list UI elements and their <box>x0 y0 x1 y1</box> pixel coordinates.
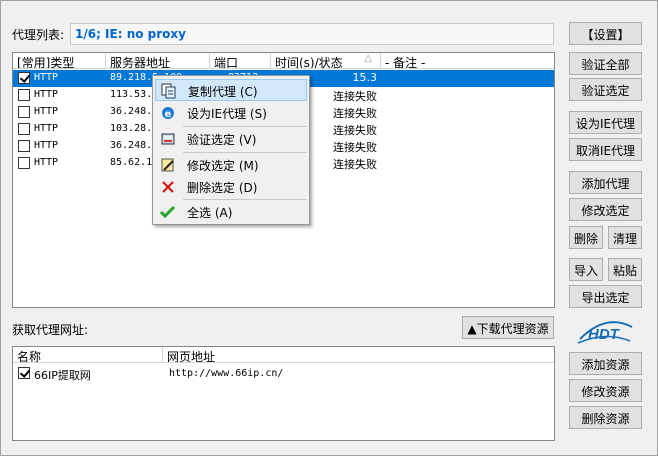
check-all-icon <box>159 204 176 220</box>
menu-item-edit-selected[interactable]: 修改选定 (M) <box>155 154 307 176</box>
edit-icon <box>160 157 176 173</box>
col-header-time-label: 时间(s)/状态 <box>275 56 343 69</box>
copy-icon <box>161 83 177 99</box>
proxy-checkbox[interactable] <box>18 123 30 135</box>
proxy-time: 连接失败 <box>333 158 377 171</box>
menu-separator <box>183 126 307 127</box>
paste-button[interactable]: 粘贴 <box>608 258 642 281</box>
proxy-checkbox[interactable] <box>18 106 30 118</box>
menu-item-copy-proxy[interactable]: 复制代理 (C) <box>155 79 307 101</box>
proxy-type: HTTP <box>34 106 59 117</box>
proxy-time: 连接失败 <box>333 107 377 120</box>
ie-icon: e <box>160 105 176 121</box>
menu-item-label: 验证选定 (V) <box>187 133 257 147</box>
sort-ascending-icon: △ <box>364 53 372 64</box>
edit-selected-button[interactable]: 修改选定 <box>569 198 642 221</box>
menu-item-label: 设为IE代理 (S) <box>187 107 267 121</box>
proxy-time: 连接失败 <box>333 124 377 137</box>
proxy-server: 36.248. <box>110 106 153 117</box>
proxy-type: HTTP <box>34 72 59 83</box>
add-proxy-button[interactable]: 添加代理 <box>569 171 642 194</box>
logo-text: HDT <box>588 326 621 343</box>
context-menu: 复制代理 (C) e 设为IE代理 (S) 验证选定 (V) 修改选定 (M) <box>152 75 310 225</box>
source-name: 66IP提取网 <box>34 369 91 382</box>
col-header-url[interactable]: 网页地址 <box>163 347 554 363</box>
col-header-note[interactable]: - 备注 - <box>381 53 554 69</box>
proxy-server: 85.62.1 <box>110 157 153 168</box>
delete-source-button[interactable]: 删除资源 <box>569 406 642 429</box>
delete-icon <box>160 179 176 195</box>
proxy-server: 103.28. <box>110 123 153 134</box>
source-row[interactable]: 66IP提取网 http://www.66ip.cn/ <box>13 365 554 382</box>
verify-selected-button[interactable]: 验证选定 <box>569 78 642 101</box>
proxy-type: HTTP <box>34 123 59 134</box>
fetch-url-label: 获取代理网址: <box>12 323 89 337</box>
cancel-ie-proxy-button[interactable]: 取消IE代理 <box>569 138 642 161</box>
proxy-time: 连接失败 <box>333 90 377 103</box>
proxy-checkbox[interactable] <box>18 72 30 84</box>
svg-text:e: e <box>165 109 172 120</box>
proxy-time: 15.3 <box>352 71 378 84</box>
proxy-type: HTTP <box>34 89 59 100</box>
menu-item-label: 全选 (A) <box>187 206 233 220</box>
col-header-type[interactable]: [常用]类型 <box>13 53 106 69</box>
menu-item-select-all[interactable]: 全选 (A) <box>155 201 307 223</box>
download-sources-button[interactable]: ▲下载代理资源 <box>462 316 554 339</box>
source-url: http://www.66ip.cn/ <box>169 368 284 379</box>
delete-button[interactable]: 删除 <box>569 226 603 249</box>
menu-item-label: 删除选定 (D) <box>187 181 258 195</box>
proxy-server: 36.248. <box>110 140 153 151</box>
col-header-name[interactable]: 名称 <box>13 347 163 363</box>
menu-item-verify-selected[interactable]: 验证选定 (V) <box>155 128 307 150</box>
status-display: 1/6; IE: no proxy <box>70 23 554 45</box>
settings-button[interactable]: 【设置】 <box>569 22 642 45</box>
proxy-time: 连接失败 <box>333 141 377 154</box>
hdt-logo: HDT <box>576 319 634 345</box>
proxy-server: 113.53. <box>110 89 153 100</box>
proxy-checkbox[interactable] <box>18 89 30 101</box>
add-source-button[interactable]: 添加资源 <box>569 352 642 375</box>
col-header-port[interactable]: 端口 <box>210 53 271 69</box>
col-header-server[interactable]: 服务器地址 <box>106 53 210 69</box>
set-ie-proxy-button[interactable]: 设为IE代理 <box>569 111 642 134</box>
menu-item-label: 复制代理 (C) <box>188 85 258 99</box>
menu-item-set-ie-proxy[interactable]: e 设为IE代理 (S) <box>155 102 307 124</box>
menu-separator <box>183 152 307 153</box>
import-button[interactable]: 导入 <box>569 258 603 281</box>
source-checkbox[interactable] <box>18 367 30 379</box>
verify-icon <box>160 131 176 147</box>
menu-separator <box>183 199 307 200</box>
menu-item-delete-selected[interactable]: 删除选定 (D) <box>155 176 307 198</box>
export-selected-button[interactable]: 导出选定 <box>569 285 642 308</box>
verify-all-button[interactable]: 验证全部 <box>569 52 642 75</box>
clear-button[interactable]: 清理 <box>608 226 642 249</box>
proxy-type: HTTP <box>34 140 59 151</box>
col-header-time[interactable]: 时间(s)/状态 △ <box>271 53 381 69</box>
proxy-checkbox[interactable] <box>18 157 30 169</box>
proxy-list-label: 代理列表: <box>12 28 65 42</box>
edit-source-button[interactable]: 修改资源 <box>569 379 642 402</box>
menu-item-label: 修改选定 (M) <box>187 159 259 173</box>
source-list[interactable]: 名称 网页地址 66IP提取网 http://www.66ip.cn/ <box>12 346 555 441</box>
proxy-type: HTTP <box>34 157 59 168</box>
proxy-checkbox[interactable] <box>18 140 30 152</box>
main-window: 代理列表: 1/6; IE: no proxy [常用]类型 服务器地址 端口 … <box>0 0 658 456</box>
